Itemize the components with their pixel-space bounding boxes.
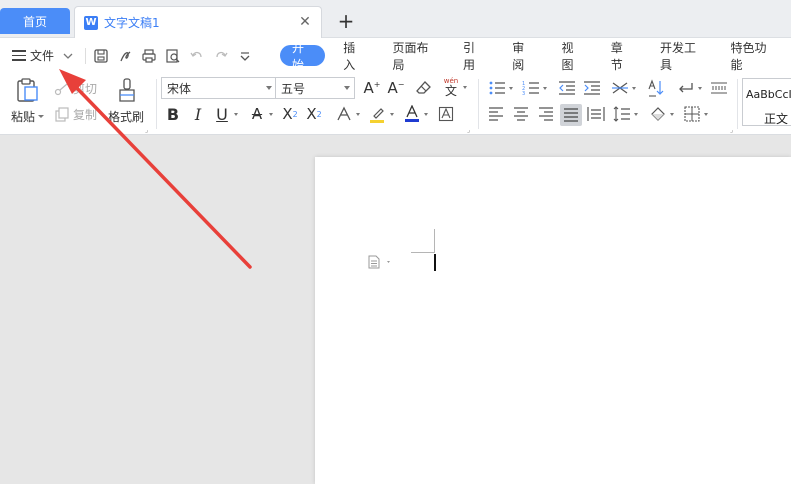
divider xyxy=(156,79,157,129)
strikethrough-icon[interactable]: A xyxy=(247,104,273,124)
print-icon[interactable] xyxy=(140,47,158,65)
chevron-down-icon xyxy=(266,86,272,90)
paintbrush-icon xyxy=(119,78,135,102)
copy-icon xyxy=(55,106,69,122)
paste-icon xyxy=(17,78,38,102)
divider xyxy=(478,79,479,129)
align-left-icon[interactable] xyxy=(486,104,506,124)
redo-icon[interactable] xyxy=(212,47,230,65)
menu-row: 文件 开始 插入 页面布局 引用 审阅 视图 章节 开发工具 特色功能 xyxy=(0,38,791,73)
sort-icon[interactable] xyxy=(646,78,666,98)
font-launcher-icon[interactable]: ⌟ xyxy=(467,126,470,134)
borders-icon[interactable] xyxy=(682,104,708,124)
text-cursor xyxy=(434,254,436,271)
cut-button[interactable]: 剪切 xyxy=(54,80,97,97)
style-name-label: 正文 xyxy=(764,112,789,126)
shrink-font-icon[interactable]: A − xyxy=(386,78,406,98)
undo-icon[interactable] xyxy=(188,47,206,65)
highlight-icon[interactable] xyxy=(368,104,394,124)
tab-review[interactable]: 审阅 xyxy=(502,41,543,72)
style-sample-text: AaBbCcI xyxy=(746,88,791,101)
phonetic-guide-icon[interactable]: wén 文 xyxy=(441,77,467,97)
divider xyxy=(85,48,86,64)
tab-home-ribbon[interactable]: 开始 xyxy=(280,41,326,72)
justify-icon[interactable] xyxy=(560,104,582,126)
ribbon-tabs: 开始 插入 页面布局 引用 审阅 视图 章节 开发工具 特色功能 xyxy=(280,41,791,72)
tab-document-label: 文字文稿1 xyxy=(104,16,160,30)
increase-indent-icon[interactable] xyxy=(582,78,602,98)
tab-view[interactable]: 视图 xyxy=(552,41,593,72)
chinese-layout-icon[interactable] xyxy=(610,78,636,98)
page-margin-corner-mark xyxy=(411,252,435,253)
tab-home[interactable]: 首页 xyxy=(0,8,70,34)
svg-text:3: 3 xyxy=(522,91,525,96)
font-size-select[interactable]: 五号 xyxy=(275,77,355,99)
style-gallery-normal[interactable]: AaBbCcI 正文 xyxy=(742,78,791,126)
bold-icon[interactable]: B xyxy=(163,104,183,124)
clipboard-launcher-icon[interactable]: ⌟ xyxy=(145,126,148,134)
ribbon-toolbar: 粘贴 剪切 复制 格式刷 ⌟ 宋体 五号 A + A − wén 文 B I U A … xyxy=(0,73,791,135)
line-spacing-icon[interactable] xyxy=(612,104,638,124)
chevron-down-icon xyxy=(344,86,350,90)
chevron-down-icon xyxy=(38,114,45,118)
scissors-icon xyxy=(54,83,68,95)
text-effect-icon[interactable] xyxy=(334,104,360,124)
superscript-icon[interactable]: X2 xyxy=(280,104,300,124)
show-hide-marks-icon[interactable] xyxy=(676,78,702,98)
file-menu-button[interactable]: 文件 xyxy=(12,47,74,64)
table-grid-icon[interactable] xyxy=(709,78,729,98)
new-tab-plus-icon[interactable]: + xyxy=(334,8,358,34)
character-border-icon[interactable] xyxy=(436,104,456,124)
format-painter-button[interactable] xyxy=(117,77,137,103)
grow-font-icon[interactable]: A + xyxy=(362,78,382,98)
numbered-list-icon[interactable]: 123 xyxy=(521,78,547,98)
chevron-down-icon xyxy=(63,53,73,59)
shading-icon[interactable] xyxy=(648,104,674,124)
paste-dropdown[interactable]: 粘贴 xyxy=(11,108,45,125)
align-center-icon[interactable] xyxy=(511,104,531,124)
paragraph-launcher-icon[interactable]: ⌟ xyxy=(730,126,733,134)
document-page[interactable] xyxy=(315,157,791,484)
align-right-icon[interactable] xyxy=(536,104,556,124)
bullet-list-icon[interactable] xyxy=(487,78,513,98)
tab-references[interactable]: 引用 xyxy=(453,41,494,72)
tab-page-layout[interactable]: 页面布局 xyxy=(383,41,446,72)
divider xyxy=(737,79,738,129)
close-tab-icon[interactable]: ✕ xyxy=(297,14,313,30)
save-icon[interactable] xyxy=(92,47,110,65)
tab-section[interactable]: 章节 xyxy=(601,41,642,72)
print-preview-icon[interactable] xyxy=(164,47,182,65)
format-painter-label: 格式刷 xyxy=(108,110,145,124)
page-margin-corner-mark xyxy=(434,229,435,253)
font-name-select[interactable]: 宋体 xyxy=(161,77,277,99)
copy-button[interactable]: 复制 xyxy=(54,106,97,123)
clear-formatting-icon[interactable] xyxy=(414,78,434,98)
export-pdf-icon[interactable] xyxy=(116,47,134,65)
decrease-indent-icon[interactable] xyxy=(557,78,577,98)
tab-insert[interactable]: 插入 xyxy=(333,41,374,72)
paragraph-layout-icon[interactable] xyxy=(367,255,393,269)
tab-document[interactable]: W 文字文稿1 ✕ xyxy=(74,6,322,38)
subscript-icon[interactable]: X2 xyxy=(304,104,324,124)
font-color-icon[interactable] xyxy=(402,104,428,124)
quick-access-toolbar xyxy=(92,47,254,65)
tab-developer[interactable]: 开发工具 xyxy=(650,41,713,72)
customize-toolbar-icon[interactable] xyxy=(236,47,254,65)
file-menu-label: 文件 xyxy=(30,49,55,63)
hamburger-icon xyxy=(12,50,26,61)
paste-button[interactable] xyxy=(14,77,40,103)
tab-home-label: 首页 xyxy=(22,14,47,29)
distributed-align-icon[interactable] xyxy=(586,104,606,124)
italic-icon[interactable]: I xyxy=(188,104,208,124)
underline-icon[interactable]: U xyxy=(212,104,238,124)
writer-document-icon: W xyxy=(84,15,98,30)
document-canvas[interactable] xyxy=(0,136,791,484)
tab-bar: 首页 W 文字文稿1 ✕ + xyxy=(0,0,791,38)
tab-special-features[interactable]: 特色功能 xyxy=(721,41,784,72)
